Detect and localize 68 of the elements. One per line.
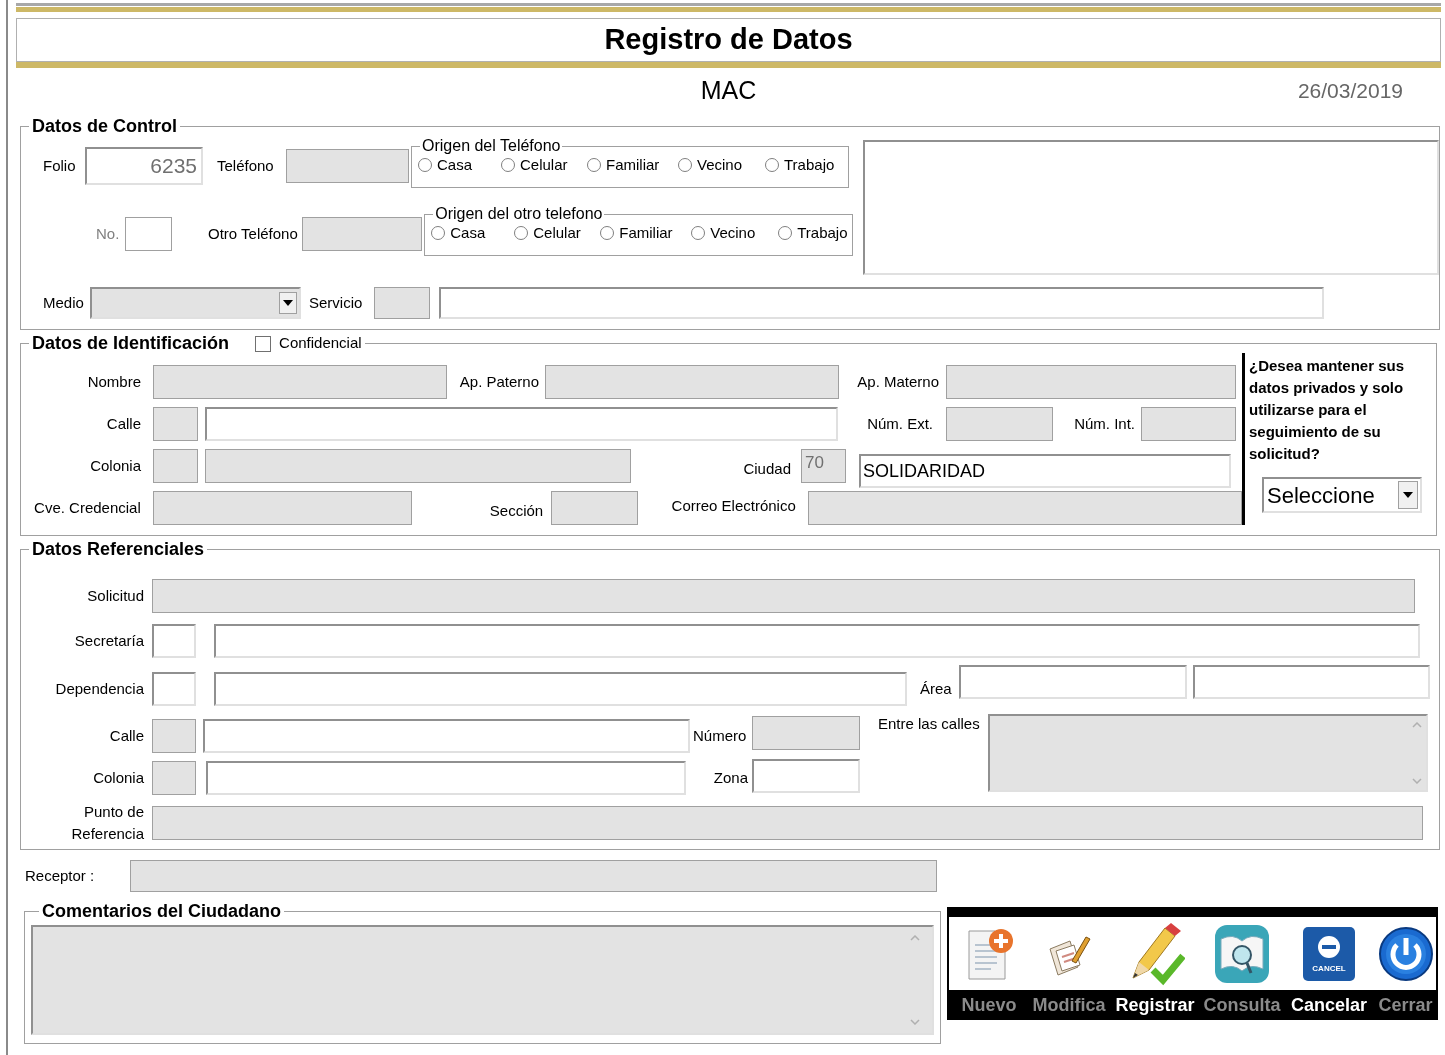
date-label: 26/03/2019 <box>1297 78 1403 102</box>
radio-button[interactable]: Vecino <box>678 154 765 177</box>
book-magnifier-icon <box>1213 922 1271 985</box>
text-field[interactable] <box>203 719 690 753</box>
field-label: Correo Electrónico <box>670 495 796 516</box>
text-field[interactable] <box>214 672 907 706</box>
group-title: Comentarios del Ciudadano <box>41 900 283 923</box>
radio-button[interactable]: Casa <box>418 154 501 177</box>
field-label: Área <box>920 678 953 699</box>
field-label: Calle <box>105 413 141 434</box>
field-label: Colonia <box>89 455 141 476</box>
dropdown[interactable]: Seleccione <box>1262 477 1422 513</box>
group-title: Origen del Teléfono <box>421 138 562 154</box>
group-title: Datos de Identificación <box>32 332 230 355</box>
radio-button[interactable]: Familiar <box>587 154 678 177</box>
text-field[interactable] <box>152 624 196 658</box>
text-field[interactable]: SOLIDARIDAD <box>859 454 1231 488</box>
field-label: Folio <box>43 155 77 176</box>
field-label: Colonia <box>92 767 144 788</box>
field-label: Punto de Referencia <box>70 802 144 844</box>
text-field[interactable] <box>439 287 1324 319</box>
radio-button[interactable]: Casa <box>431 222 515 245</box>
radio-button[interactable]: Trabajo <box>765 154 848 177</box>
field-label: Teléfono <box>217 155 275 176</box>
field-label: Ciudad <box>742 458 791 479</box>
cancel-icon: CANCEL <box>1301 924 1357 983</box>
field-label: No. <box>95 223 120 244</box>
field-label: Cve. Credencial <box>33 497 141 518</box>
group-title: Origen del otro telefono <box>434 206 604 222</box>
text-field[interactable] <box>125 217 173 251</box>
power-icon <box>1377 924 1434 983</box>
field-label: Número <box>693 725 748 746</box>
field-label: Núm. Ext. <box>866 413 933 434</box>
field-label: Receptor : <box>25 865 96 886</box>
field-label: Nombre <box>86 371 141 392</box>
radio-button[interactable]: Celular <box>501 154 587 177</box>
field-label: Calle <box>108 725 144 746</box>
text-field[interactable]: 6235 <box>85 147 203 185</box>
text-field[interactable] <box>206 761 686 795</box>
group-title: Datos Referenciales <box>31 538 206 561</box>
text-field[interactable] <box>152 672 196 706</box>
office-name: MAC <box>700 75 757 104</box>
form-title: Registro de Datos <box>16 18 1441 62</box>
text-field[interactable] <box>752 759 860 793</box>
field-label: Ap. Materno <box>856 371 939 392</box>
field-label: Ap. Paterno <box>458 371 539 392</box>
privacy-question: ¿Desea mantener sus datos privados y solo utilizarse para el seguimiento de su solicitud? <box>1249 356 1406 464</box>
field-label: Solicitud <box>86 585 144 606</box>
text-field[interactable] <box>214 624 1420 658</box>
field-label: Otro Teléfono <box>207 223 298 244</box>
notes-box[interactable] <box>863 140 1439 275</box>
radio-button[interactable]: Trabajo <box>778 222 852 245</box>
text-field[interactable] <box>1193 665 1430 699</box>
text-field[interactable] <box>959 665 1187 699</box>
radio-button[interactable]: Vecino <box>691 222 779 245</box>
field-label: Entre las calles <box>878 714 981 734</box>
field-label: Núm. Int. <box>1073 413 1135 434</box>
text-field[interactable] <box>205 407 838 441</box>
checkbox[interactable]: Confidencial <box>255 332 362 355</box>
field-label: Zona <box>712 767 748 788</box>
field-label: Secretaría <box>73 630 144 651</box>
radio-button[interactable]: Celular <box>514 222 601 245</box>
field-label: Sección <box>488 500 544 521</box>
group-title: Datos de Control <box>31 115 178 138</box>
radio-button[interactable]: Familiar <box>600 222 692 245</box>
field-label: Servicio <box>309 292 364 313</box>
field-label: Dependencia <box>54 678 144 699</box>
field-label: Medio <box>43 292 85 313</box>
